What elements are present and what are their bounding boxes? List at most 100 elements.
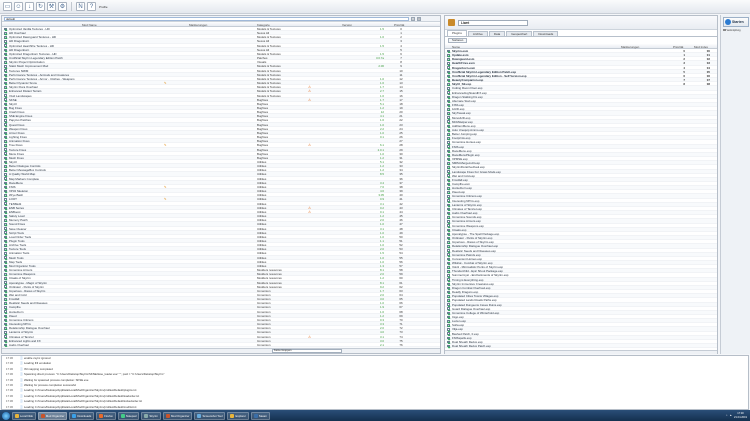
clock[interactable]: 17:30 21.04.2019 — [734, 412, 747, 418]
mod-checkbox[interactable] — [4, 61, 7, 64]
taskbar-item[interactable]: Explorer — [227, 411, 249, 420]
plugin-checkbox[interactable] — [447, 53, 450, 57]
plugin-checkbox[interactable] — [447, 340, 450, 344]
plugin-checkbox[interactable] — [447, 220, 450, 223]
filter-input[interactable]: default — [4, 16, 409, 21]
mod-checkbox[interactable] — [4, 214, 7, 218]
plugin-checkbox[interactable] — [447, 319, 450, 323]
volume-icon[interactable]: ♪ — [726, 414, 727, 417]
mod-checkbox[interactable] — [4, 248, 7, 251]
plugin-checkbox[interactable] — [447, 303, 450, 306]
shortcut-option[interactable]: Verknüpfung — [723, 28, 749, 32]
plugin-checkbox[interactable] — [447, 282, 450, 286]
plugin-checkbox[interactable] — [447, 166, 450, 169]
plugin-checkbox[interactable] — [447, 191, 450, 194]
mod-checkbox[interactable] — [4, 331, 7, 334]
plugin-checkbox[interactable] — [447, 253, 450, 257]
mod-checkbox[interactable] — [4, 52, 7, 56]
plugin-checkbox[interactable] — [447, 49, 450, 53]
mod-checkbox[interactable] — [4, 335, 7, 338]
plugin-checkbox[interactable] — [447, 87, 450, 90]
plugin-checkbox[interactable] — [447, 203, 450, 207]
mod-checkbox[interactable] — [4, 256, 7, 259]
plugin-checkbox[interactable] — [447, 132, 450, 136]
taskbar-item[interactable]: Mod Organizer — [37, 411, 68, 420]
mod-checkbox[interactable] — [4, 94, 7, 97]
refresh-icon[interactable]: ↻ — [36, 2, 45, 11]
mod-checkbox[interactable] — [4, 318, 7, 322]
mod-checkbox[interactable] — [4, 181, 7, 185]
mod-checkbox[interactable] — [4, 77, 7, 81]
mod-checkbox[interactable] — [4, 160, 7, 164]
plugin-checkbox[interactable] — [447, 178, 450, 182]
mod-checkbox[interactable] — [4, 198, 7, 201]
plugin-checkbox[interactable] — [447, 228, 450, 232]
plugin-checkbox[interactable] — [447, 311, 450, 315]
group-select[interactable]: Keine Gruppen — [272, 349, 342, 353]
plugin-checkbox[interactable] — [447, 83, 450, 86]
mod-checkbox[interactable] — [4, 218, 7, 222]
mod-checkbox[interactable] — [4, 44, 7, 48]
plugin-checkbox[interactable] — [447, 128, 450, 132]
plugin-checkbox[interactable] — [447, 145, 450, 148]
plugin-checkbox[interactable] — [447, 186, 450, 190]
plugin-checkbox[interactable] — [447, 332, 450, 336]
plugin-row[interactable]: Dual Sheath Redux Patch.esp — [445, 344, 717, 349]
mod-checkbox[interactable] — [4, 27, 7, 31]
plugin-checkbox[interactable] — [447, 265, 450, 269]
plugin-checkbox[interactable] — [447, 324, 450, 327]
mod-checkbox[interactable] — [4, 289, 7, 293]
mod-checkbox[interactable] — [4, 110, 7, 114]
tab-data[interactable]: Data — [488, 31, 506, 36]
mod-checkbox[interactable] — [4, 260, 7, 264]
mod-checkbox[interactable] — [4, 202, 7, 205]
plugin-checkbox[interactable] — [447, 157, 450, 161]
mod-checkbox[interactable] — [4, 185, 7, 189]
mod-checkbox[interactable] — [4, 223, 7, 226]
mod-checkbox[interactable] — [4, 252, 7, 255]
mod-checkbox[interactable] — [4, 297, 7, 301]
mod-checkbox[interactable] — [4, 123, 7, 126]
mod-checkbox[interactable] — [4, 40, 7, 43]
mod-checkbox[interactable] — [4, 343, 7, 347]
mod-checkbox[interactable] — [4, 115, 7, 118]
mod-checkbox[interactable] — [4, 106, 7, 110]
plugin-checkbox[interactable] — [447, 274, 450, 277]
nexus-icon[interactable]: N — [76, 2, 85, 11]
plugin-checkbox[interactable] — [447, 91, 450, 94]
taskbar-item[interactable]: Skyrim — [141, 411, 161, 420]
plugin-checkbox[interactable] — [447, 261, 450, 265]
mod-checkbox[interactable] — [4, 98, 7, 102]
mod-checkbox[interactable] — [4, 264, 7, 268]
mod-checkbox[interactable] — [4, 293, 7, 297]
plugin-checkbox[interactable] — [447, 211, 450, 215]
plugin-checkbox[interactable] — [447, 70, 450, 74]
tab-downloads[interactable]: Downloads — [533, 31, 559, 36]
download-icon[interactable]: ↓ — [25, 2, 34, 11]
filter-options-icon[interactable]: ▾ — [417, 16, 421, 21]
plugin-checkbox[interactable] — [447, 199, 450, 203]
plugin-checkbox[interactable] — [447, 116, 450, 119]
sort-button[interactable]: Sortieren — [448, 38, 468, 43]
mod-checkbox[interactable] — [4, 169, 7, 172]
mod-checkbox[interactable] — [4, 56, 7, 60]
plugin-checkbox[interactable] — [447, 336, 450, 340]
mod-checkbox[interactable] — [4, 277, 7, 280]
mod-checkbox[interactable] — [4, 243, 7, 247]
plugin-checkbox[interactable] — [447, 124, 450, 128]
plugin-checkbox[interactable] — [447, 299, 450, 302]
mod-checkbox[interactable] — [4, 81, 7, 85]
plugin-checkbox[interactable] — [447, 141, 450, 144]
plugin-checkbox[interactable] — [447, 103, 450, 107]
tab-plugins[interactable]: Plugins — [447, 30, 467, 36]
plugin-checkbox[interactable] — [447, 78, 450, 82]
plugin-checkbox[interactable] — [447, 307, 450, 311]
tab-archive[interactable]: Archive — [467, 31, 488, 36]
mod-checkbox[interactable] — [4, 156, 7, 160]
mod-checkbox[interactable] — [4, 119, 7, 122]
start-button[interactable]: Starten — [723, 17, 749, 27]
plugin-checkbox[interactable] — [447, 149, 450, 153]
plugin-checkbox[interactable] — [447, 137, 450, 140]
plugin-checkbox[interactable] — [447, 240, 450, 244]
plugin-checkbox[interactable] — [447, 107, 450, 111]
